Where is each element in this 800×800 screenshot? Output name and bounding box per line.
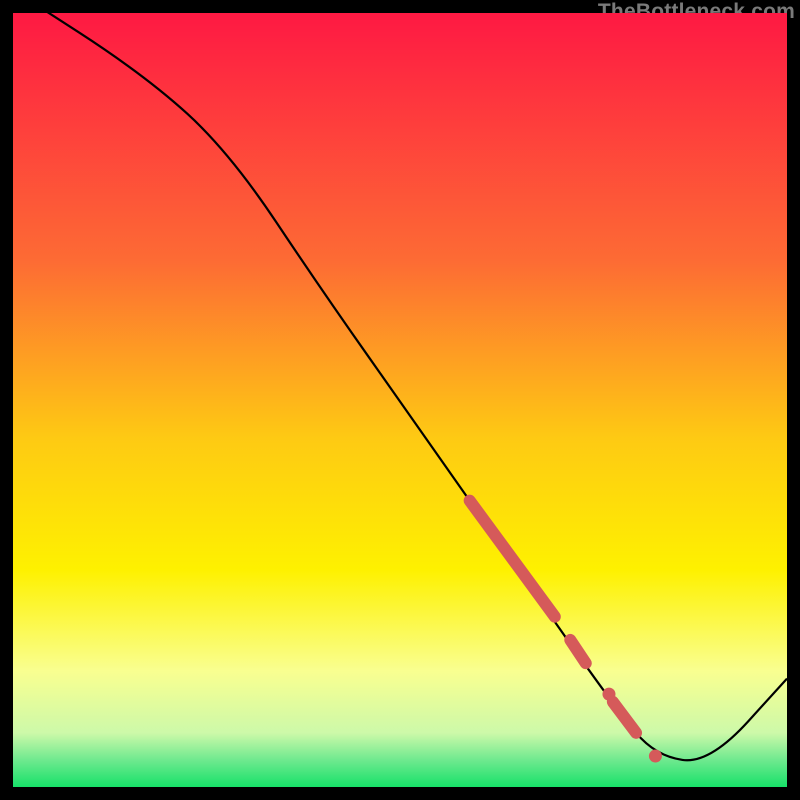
bottleneck-chart — [13, 13, 787, 787]
chart-frame: TheBottleneck.com — [13, 13, 787, 787]
highlight-dot-min — [649, 750, 662, 763]
